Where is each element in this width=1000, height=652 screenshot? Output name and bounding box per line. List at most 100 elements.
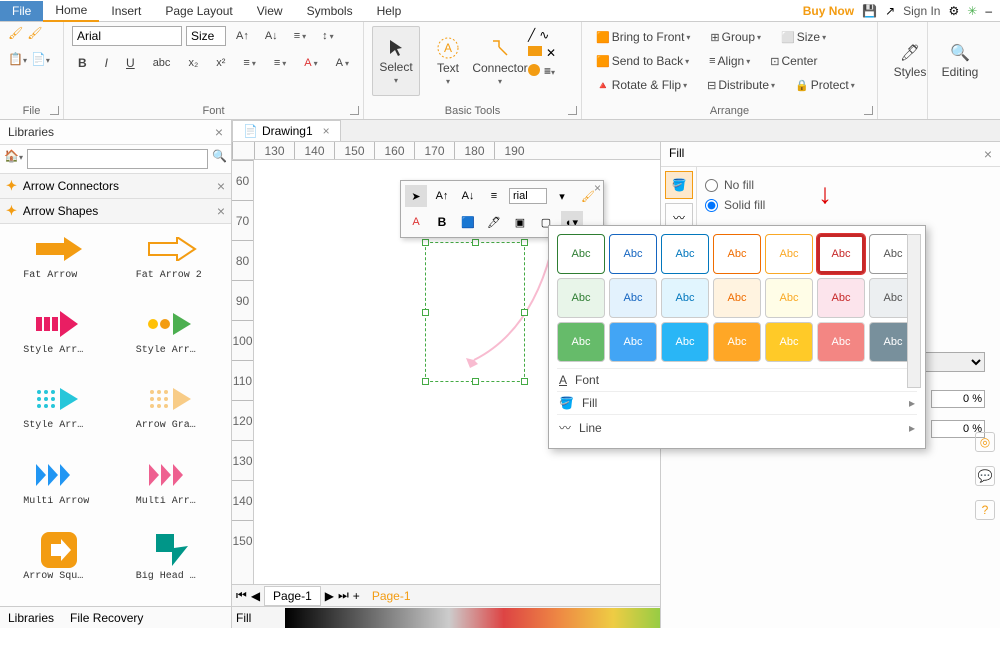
tab-libraries[interactable]: Libraries <box>8 611 54 625</box>
connector-tool[interactable]: Connector▾ <box>476 26 524 96</box>
lib-arrow-shapes[interactable]: ✦ Arrow Shapes × <box>0 199 231 224</box>
subscript-button[interactable]: x₂ <box>182 53 204 73</box>
font-size-select[interactable] <box>186 26 226 46</box>
text-tool[interactable]: A Text▾ <box>424 26 472 96</box>
line-color-icon[interactable]: 🖊 <box>483 211 505 233</box>
freeform-icon[interactable]: ∿ <box>539 28 549 42</box>
search-icon[interactable]: 🔍 <box>212 149 227 169</box>
style-swatch[interactable]: Abc <box>557 278 605 318</box>
send-back-button[interactable]: 🟧 Send to Back▾ <box>590 50 695 72</box>
align-icon[interactable]: ≡ <box>483 185 505 207</box>
style-swatch[interactable]: Abc <box>609 278 657 318</box>
bullets-icon[interactable]: ≡▾ <box>268 53 292 73</box>
no-fill-option[interactable]: No fill <box>705 175 992 195</box>
font-submenu[interactable]: A Font▸ <box>557 368 917 391</box>
size-button[interactable]: ⬜ Size▾ <box>775 26 832 48</box>
highlight-icon[interactable]: A▾ <box>330 53 355 73</box>
shape-multi-arr-2[interactable]: Multi Arr… <box>119 456 226 525</box>
distribute-button[interactable]: ⊟ Distribute▾ <box>701 74 781 96</box>
minimize-icon[interactable]: – <box>985 4 992 18</box>
shape-multi-arrow[interactable]: Multi Arrow <box>6 456 113 525</box>
selection-box[interactable] <box>425 242 525 382</box>
style-swatch[interactable]: Abc <box>661 278 709 318</box>
save-icon[interactable]: 💾 <box>862 4 877 18</box>
menu-home[interactable]: Home <box>43 0 99 22</box>
editing-button[interactable]: 🔍 Editing <box>936 26 984 96</box>
style-swatch[interactable]: Abc <box>817 322 865 362</box>
styles-button[interactable]: 🖊 Styles <box>886 26 934 96</box>
decrease-font-icon[interactable]: A↓ <box>259 26 284 46</box>
document-tab[interactable]: 📄Drawing1× <box>232 120 341 141</box>
style-swatch[interactable]: Abc <box>557 322 605 362</box>
shape-fat-arrow-2[interactable]: Fat Arrow 2 <box>119 230 226 299</box>
italic-button[interactable]: I <box>99 52 114 74</box>
sign-in-link[interactable]: Sign In <box>903 4 940 18</box>
align-menu-icon[interactable]: ≡▾ <box>288 26 312 46</box>
close-libraries-icon[interactable]: × <box>215 124 223 140</box>
underline-button[interactable]: U <box>120 52 141 74</box>
shape-style-arr-1[interactable]: Style Arr… <box>6 305 113 374</box>
superscript-button[interactable]: x² <box>210 53 231 73</box>
style-swatch[interactable]: Abc <box>765 322 813 362</box>
select-tool[interactable]: Select▾ <box>372 26 420 96</box>
page-nav-next[interactable]: ▶ <box>325 589 334 603</box>
menu-view[interactable]: View <box>245 1 295 21</box>
style-swatch[interactable]: Abc <box>817 278 865 318</box>
shape-fat-arrow[interactable]: Fat Arrow <box>6 230 113 299</box>
style-swatch[interactable]: Abc <box>713 322 761 362</box>
style-swatch[interactable]: Abc <box>661 322 709 362</box>
line-shape-icon[interactable]: ╱ <box>528 28 535 42</box>
center-button[interactable]: ⊡ Center <box>764 50 823 72</box>
close-fill-panel-icon[interactable]: × <box>984 146 992 162</box>
add-page-icon[interactable]: + <box>353 589 360 603</box>
page-nav-prev[interactable]: ◀ <box>251 589 260 603</box>
shape-style-arr-3[interactable]: Style Arr… <box>6 380 113 449</box>
style-swatch[interactable]: Abc <box>557 234 605 274</box>
line-submenu[interactable]: 〰 Line▸ <box>557 414 917 440</box>
style-swatch-highlighted[interactable]: Abc <box>817 234 865 274</box>
percent-input-1[interactable] <box>931 390 985 408</box>
protect-button[interactable]: 🔒 Protect▾ <box>789 74 861 96</box>
tab-file-recovery[interactable]: File Recovery <box>70 611 143 625</box>
copy-icon[interactable]: 📄▾ <box>31 52 50 66</box>
increase-font-icon[interactable]: A↑ <box>431 185 453 207</box>
gear-icon[interactable]: ⚙ <box>948 4 959 18</box>
paste-icon[interactable]: 📋▾ <box>8 52 27 66</box>
crop-icon[interactable]: ✕ <box>546 46 556 60</box>
shape-big-head[interactable]: Big Head … <box>119 531 226 600</box>
format-painter-icon[interactable]: 🖌 <box>8 26 23 40</box>
bold-button[interactable]: B <box>72 52 93 74</box>
style-swatch[interactable]: Abc <box>765 278 813 318</box>
page-tab-1[interactable]: Page-1 <box>264 586 321 606</box>
buy-now-link[interactable]: Buy Now <box>803 4 854 18</box>
shape-arrow-squ[interactable]: Arrow Squ… <box>6 531 113 600</box>
brush-icon[interactable]: 🖌 <box>27 26 42 40</box>
page-nav-last[interactable]: ⏭ <box>338 588 349 603</box>
rect-shape-icon[interactable] <box>528 46 542 56</box>
layer-front-icon[interactable]: ▣ <box>509 211 531 233</box>
circle-shape-icon[interactable] <box>528 64 540 76</box>
mini-font-select[interactable] <box>509 188 547 204</box>
dropdown-icon[interactable]: ▾ <box>551 185 573 207</box>
style-swatch[interactable]: Abc <box>713 234 761 274</box>
comment-icon[interactable]: 💬 <box>975 466 995 486</box>
help-icon[interactable]: ? <box>975 500 995 520</box>
page-tab-2[interactable]: Page-1 <box>364 587 419 605</box>
bring-front-button[interactable]: 🟧 Bring to Front▾ <box>590 26 696 48</box>
bold-icon[interactable]: B <box>431 211 453 233</box>
lib-arrow-connectors[interactable]: ✦ Arrow Connectors × <box>0 174 231 199</box>
fill-dropdown[interactable] <box>925 352 985 372</box>
menu-page-layout[interactable]: Page Layout <box>153 1 244 21</box>
rotate-flip-button[interactable]: 🔺 Rotate & Flip▾ <box>590 74 693 96</box>
library-search-input[interactable] <box>27 149 208 169</box>
fill-tab-bucket[interactable]: 🪣 <box>665 171 693 199</box>
line-style-icon[interactable]: ≡▾ <box>544 64 555 78</box>
style-swatch[interactable]: Abc <box>661 234 709 274</box>
text-direction-icon[interactable]: ↕▾ <box>316 26 340 46</box>
style-swatch[interactable]: Abc <box>765 234 813 274</box>
font-color-icon[interactable]: A▾ <box>298 53 323 73</box>
fill-color-icon[interactable]: 🟦 <box>457 211 479 233</box>
align-button[interactable]: ≡ Align▾ <box>703 50 756 72</box>
share-icon[interactable]: ↗ <box>885 4 895 18</box>
menu-symbols[interactable]: Symbols <box>295 1 365 21</box>
